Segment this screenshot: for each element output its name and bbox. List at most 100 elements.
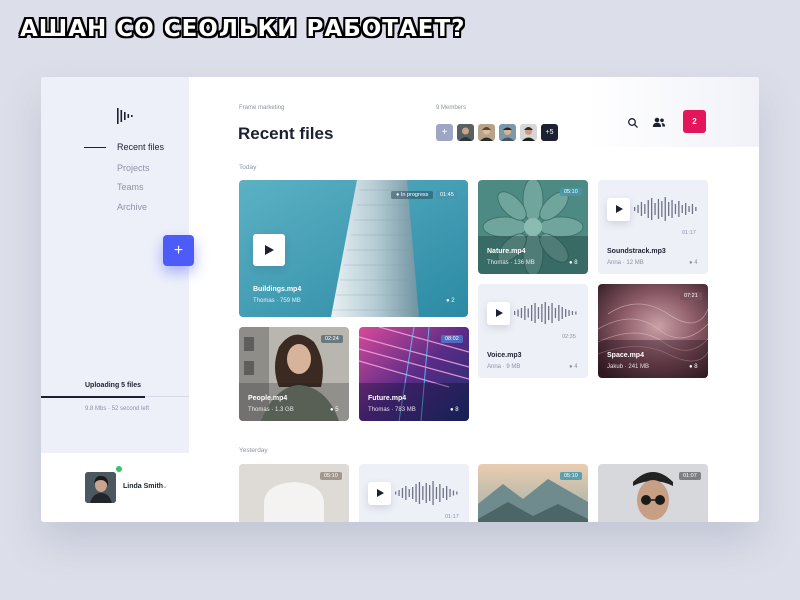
logo-icon bbox=[117, 108, 133, 124]
duration-label: 01:17 bbox=[445, 514, 459, 520]
file-author: Anna bbox=[487, 364, 502, 370]
waveform-graphic bbox=[514, 302, 577, 324]
member-avatar[interactable] bbox=[457, 124, 474, 141]
members-label: 9 Members bbox=[436, 105, 467, 111]
comment-count: ● 4 bbox=[569, 364, 578, 370]
upload-progress-fill bbox=[41, 396, 145, 398]
play-button[interactable] bbox=[487, 302, 510, 325]
comment-count-value: 8 bbox=[574, 260, 578, 266]
active-nav-indicator bbox=[84, 147, 106, 148]
upload-remaining: 52 second left bbox=[111, 406, 150, 412]
add-file-button[interactable]: + bbox=[163, 235, 194, 266]
file-meta: Thomas · 1.3 GB bbox=[248, 407, 294, 413]
file-card-future[interactable]: 08:02 Future.mp4 Thomas · 783 MB ● 8 bbox=[359, 327, 469, 421]
waveform-graphic bbox=[634, 197, 697, 221]
file-meta: Thomas · 759 MB bbox=[253, 298, 301, 304]
sidebar-item-recent-files[interactable]: Recent files bbox=[117, 142, 164, 152]
overlay-caption: АШАН СО СЕОЛЬКИ РАБОТАЕТ? bbox=[20, 16, 466, 42]
comment-count: ● 8 bbox=[569, 260, 578, 266]
file-card-soundstrack[interactable]: 01:17 Soundstrack.mp3 Anna · 12 MB ● 4 bbox=[598, 180, 708, 274]
file-size: 1.3 GB bbox=[275, 407, 294, 413]
comment-count: ● 5 bbox=[330, 407, 339, 413]
more-members-badge[interactable]: +5 bbox=[541, 124, 558, 141]
file-size: 241 MB bbox=[628, 364, 650, 370]
comment-count-value: 8 bbox=[694, 364, 698, 370]
file-name: Soundstrack.mp3 bbox=[607, 248, 666, 255]
header-fade bbox=[588, 77, 759, 147]
file-card-yesterday-3[interactable]: 05:10 bbox=[478, 464, 588, 522]
comment-count-value: 5 bbox=[335, 407, 339, 413]
file-card-voice[interactable]: 02:35 Voice.mp3 Anna · 9 MB ● 4 bbox=[478, 284, 588, 378]
file-author: Thomas bbox=[487, 260, 509, 266]
file-author: Thomas bbox=[253, 298, 275, 304]
comment-count-value: 4 bbox=[574, 364, 578, 370]
comment-count-value: 8 bbox=[455, 407, 459, 413]
avatar-image bbox=[85, 472, 116, 503]
member-avatar[interactable] bbox=[520, 124, 537, 141]
file-name: Buildings.mp4 bbox=[253, 286, 302, 293]
duration-badge: 01:07 bbox=[679, 472, 701, 480]
comment-count-value: 4 bbox=[694, 260, 698, 266]
duration-badge: 07:21 bbox=[680, 292, 702, 300]
file-card-yesterday-2[interactable]: 01:17 bbox=[359, 464, 469, 522]
sidebar-item-projects[interactable]: Projects bbox=[117, 163, 150, 173]
file-size: 759 MB bbox=[280, 298, 301, 304]
upload-title: Uploading 5 files bbox=[85, 382, 142, 389]
file-name: People.mp4 bbox=[248, 395, 288, 402]
file-name: Nature.mp4 bbox=[487, 248, 526, 255]
duration-badge: 08:02 bbox=[441, 335, 463, 343]
section-today: Today bbox=[239, 164, 257, 171]
file-meta: Thomas · 783 MB bbox=[368, 407, 416, 413]
add-member-button[interactable]: + bbox=[436, 124, 453, 141]
file-card-yesterday-4[interactable]: 01:07 bbox=[598, 464, 708, 522]
comment-count: ● 2 bbox=[446, 298, 455, 304]
chevron-down-icon[interactable]: ⌄ bbox=[162, 482, 168, 490]
file-size: 9 MB bbox=[506, 364, 521, 370]
sidebar-item-teams[interactable]: Teams bbox=[117, 182, 144, 192]
file-name: Future.mp4 bbox=[368, 395, 407, 402]
file-card-people[interactable]: 02:24 People.mp4 Thomas · 1.3 GB ● 5 bbox=[239, 327, 349, 421]
file-card-space[interactable]: 07:21 Space.mp4 Jakub · 241 MB ● 8 bbox=[598, 284, 708, 378]
file-name: Space.mp4 bbox=[607, 352, 644, 359]
duration-badge: 02:24 bbox=[321, 335, 343, 343]
duration-label: 02:35 bbox=[562, 334, 576, 340]
notifications-badge[interactable]: 2 bbox=[683, 110, 706, 133]
status-text: In progress bbox=[400, 192, 429, 198]
member-avatar[interactable] bbox=[478, 124, 495, 141]
file-card-buildings[interactable]: ● In progress 01:45 Buildings.mp4 Thomas… bbox=[239, 180, 468, 317]
app-window: Recent files Projects Teams Archive Uplo… bbox=[41, 77, 759, 522]
play-button[interactable] bbox=[253, 234, 285, 266]
search-icon[interactable] bbox=[627, 117, 639, 129]
file-meta: Anna · 9 MB bbox=[487, 364, 521, 370]
file-author: Jakub bbox=[607, 364, 624, 370]
file-meta: Anna · 12 MB bbox=[607, 260, 644, 266]
people-icon[interactable] bbox=[652, 116, 666, 129]
comment-count: ● 8 bbox=[689, 364, 698, 370]
comment-count-value: 2 bbox=[451, 298, 455, 304]
file-card-yesterday-1[interactable]: 05:10 bbox=[239, 464, 349, 522]
online-status-dot bbox=[114, 464, 124, 474]
upload-speed: 9.8 Mbs bbox=[85, 406, 107, 412]
comment-count: ● 4 bbox=[689, 260, 698, 266]
play-button[interactable] bbox=[607, 198, 630, 221]
member-avatar[interactable] bbox=[499, 124, 516, 141]
user-name[interactable]: Linda Smith bbox=[123, 483, 163, 490]
file-author: Anna bbox=[607, 260, 622, 266]
section-yesterday: Yesterday bbox=[239, 447, 268, 454]
play-button[interactable] bbox=[368, 482, 391, 505]
status-badge: ● In progress bbox=[391, 191, 434, 199]
file-name: Voice.mp3 bbox=[487, 352, 522, 359]
avatar[interactable] bbox=[85, 472, 116, 503]
file-author: Thomas bbox=[248, 407, 270, 413]
file-size: 12 MB bbox=[626, 260, 644, 266]
file-meta: Jakub · 241 MB bbox=[607, 364, 650, 370]
file-card-nature[interactable]: 05:10 Nature.mp4 Thomas · 136 MB ● 8 bbox=[478, 180, 588, 274]
sidebar-item-archive[interactable]: Archive bbox=[117, 202, 147, 212]
file-size: 783 MB bbox=[395, 407, 416, 413]
file-size: 136 MB bbox=[514, 260, 535, 266]
duration-badge: 05:10 bbox=[560, 188, 582, 196]
duration-badge: 05:10 bbox=[320, 472, 342, 480]
breadcrumb[interactable]: Frame marketing bbox=[239, 105, 284, 111]
file-author: Thomas bbox=[368, 407, 390, 413]
waveform-graphic bbox=[395, 481, 458, 505]
